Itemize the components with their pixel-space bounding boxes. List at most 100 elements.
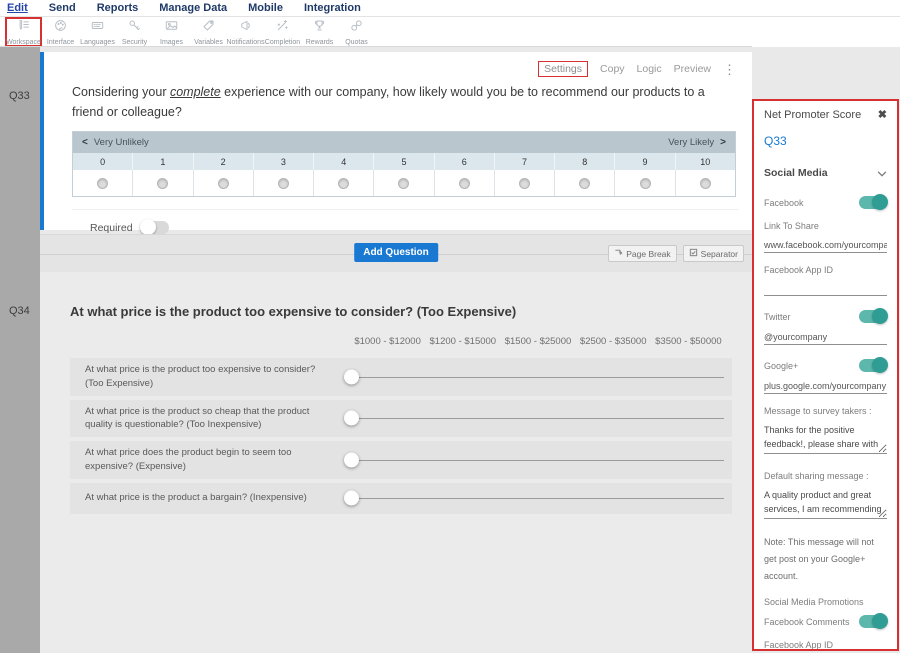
price-slider[interactable] — [342, 403, 724, 433]
tool-languages[interactable]: Languages — [79, 17, 116, 47]
nps-number[interactable]: 9 — [615, 153, 675, 170]
facebook-app-id-input[interactable] — [764, 275, 887, 296]
nps-number[interactable]: 5 — [374, 153, 434, 170]
slider-track — [352, 377, 724, 378]
nps-number[interactable]: 3 — [254, 153, 314, 170]
nps-radio[interactable] — [435, 170, 495, 196]
facebook-toggle[interactable] — [859, 196, 887, 209]
tool-label: Notifications — [226, 39, 264, 46]
radio-icon — [459, 178, 470, 189]
message-textarea[interactable]: Thanks for the positive feedback!, pleas… — [764, 422, 887, 454]
nps-radio[interactable] — [615, 170, 675, 196]
settings-button[interactable]: Settings — [538, 61, 588, 77]
tool-quotas[interactable]: Quotas — [338, 17, 375, 47]
menubar: Edit Send Reports Manage Data Mobile Int… — [0, 0, 900, 17]
tool-label: Quotas — [345, 39, 368, 46]
menu-reports[interactable]: Reports — [97, 2, 139, 14]
google-toggle[interactable] — [859, 359, 887, 372]
q34-column: $2500 - $35000 — [576, 336, 651, 347]
slider-track — [352, 498, 724, 499]
add-question-band: Add Question Page Break Separator — [40, 234, 752, 272]
tool-label: Interface — [47, 39, 74, 46]
tool-images[interactable]: Images — [153, 17, 190, 47]
preview-button[interactable]: Preview — [674, 63, 711, 75]
workspace-icon — [16, 18, 31, 38]
facebook-link-input[interactable] — [764, 237, 887, 253]
nps-right-label: Very Likely — [668, 137, 714, 148]
menu-integration[interactable]: Integration — [304, 2, 361, 14]
nps-radio[interactable] — [495, 170, 555, 196]
menu-edit[interactable]: Edit — [7, 2, 28, 14]
nps-radio[interactable] — [194, 170, 254, 196]
fb-comments-app-id-input[interactable] — [764, 650, 887, 651]
tool-variables[interactable]: Variables — [190, 17, 227, 47]
nps-radio[interactable] — [555, 170, 615, 196]
nps-number[interactable]: 2 — [194, 153, 254, 170]
tool-label: Workspace — [6, 39, 41, 46]
required-row: Required — [72, 209, 738, 234]
nps-number[interactable]: 1 — [133, 153, 193, 170]
section-social-media[interactable]: Social Media — [764, 164, 887, 182]
panel-title: Net Promoter Score — [764, 109, 861, 121]
sharing-message-textarea[interactable]: A quality product and great services, I … — [764, 487, 887, 519]
tool-label: Security — [122, 39, 147, 46]
page-break-button[interactable]: Page Break — [608, 245, 676, 262]
separator-button[interactable]: Separator — [683, 245, 744, 262]
close-icon[interactable]: ✖ — [878, 110, 887, 121]
logic-button[interactable]: Logic — [637, 63, 662, 75]
twitter-toggle[interactable] — [859, 310, 887, 323]
q34-row-label: At what price is the product so cheap th… — [70, 400, 342, 438]
menu-mobile[interactable]: Mobile — [248, 2, 283, 14]
nps-number[interactable]: 10 — [676, 153, 735, 170]
radio-icon — [579, 178, 590, 189]
nps-number[interactable]: 6 — [435, 153, 495, 170]
tool-security[interactable]: Security — [116, 17, 153, 47]
copy-button[interactable]: Copy — [600, 63, 625, 75]
price-slider[interactable] — [342, 445, 724, 475]
twitter-handle-input[interactable] — [764, 329, 887, 345]
radio-icon — [640, 178, 651, 189]
slider-handle[interactable] — [344, 452, 359, 467]
page-break-icon — [614, 248, 623, 259]
nps-number[interactable]: 8 — [555, 153, 615, 170]
q34-column: $1200 - $15000 — [425, 336, 500, 347]
nps-number[interactable]: 7 — [495, 153, 555, 170]
tool-workspace[interactable]: Workspace — [5, 17, 42, 47]
tool-rewards[interactable]: Rewards — [301, 17, 338, 47]
fb-comments-toggle[interactable] — [859, 615, 887, 628]
slider-handle[interactable] — [344, 411, 359, 426]
nps-radio[interactable] — [676, 170, 735, 196]
nps-radio[interactable] — [374, 170, 434, 196]
nps-radio[interactable] — [133, 170, 193, 196]
slider-handle[interactable] — [344, 369, 359, 384]
chevron-right-icon[interactable]: > — [720, 137, 726, 148]
menu-send[interactable]: Send — [49, 2, 76, 14]
price-slider[interactable] — [342, 362, 724, 392]
variables-icon — [201, 18, 216, 38]
nps-radio[interactable] — [73, 170, 133, 196]
google-label: Google+ — [764, 361, 798, 371]
q33-question-prefix: Considering your — [72, 85, 170, 99]
menu-manage-data[interactable]: Manage Data — [159, 2, 227, 14]
tool-interface[interactable]: Interface — [42, 17, 79, 47]
add-question-button[interactable]: Add Question — [354, 243, 438, 262]
nps-number[interactable]: 0 — [73, 153, 133, 170]
tool-notifications[interactable]: Notifications — [227, 17, 264, 47]
google-note: Note: This message will not get post on … — [764, 534, 887, 585]
chevron-left-icon[interactable]: < — [82, 137, 88, 148]
required-toggle[interactable] — [141, 221, 169, 234]
nps-number[interactable]: 4 — [314, 153, 374, 170]
slider-handle[interactable] — [344, 491, 359, 506]
page-break-label: Page Break — [626, 249, 670, 259]
q34-column: $1500 - $25000 — [500, 336, 575, 347]
tool-label: Images — [160, 39, 183, 46]
nps-radio[interactable] — [314, 170, 374, 196]
question-card-q34: At what price is the product too expensi… — [40, 272, 752, 653]
price-slider[interactable] — [342, 483, 724, 513]
google-link-input[interactable] — [764, 378, 887, 394]
nps-radio[interactable] — [254, 170, 314, 196]
settings-panel: Net Promoter Score ✖ Q33 Social Media Fa… — [752, 99, 899, 651]
more-options-icon[interactable]: ⋮ — [723, 63, 736, 76]
radio-icon — [157, 178, 168, 189]
tool-completion[interactable]: Completion — [264, 17, 301, 47]
